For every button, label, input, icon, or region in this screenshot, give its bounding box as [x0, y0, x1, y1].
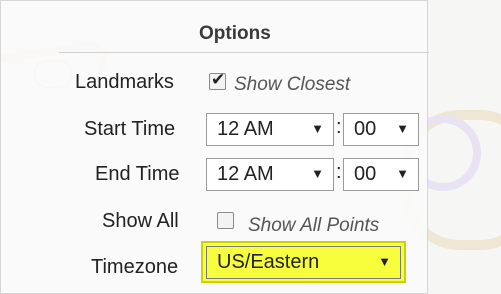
- time-separator: :: [336, 116, 342, 138]
- chevron-down-icon: ▼: [311, 166, 324, 181]
- chevron-down-icon: ▼: [378, 254, 391, 269]
- end-time-label: End Time: [95, 163, 180, 185]
- start-hour-select[interactable]: 12 AM ▼: [206, 113, 334, 146]
- start-time-label: Start Time: [84, 118, 176, 140]
- options-panel: Options Landmarks Show Closest Start Tim…: [0, 0, 429, 294]
- end-hour-value: 12 AM: [217, 163, 274, 185]
- divider: [59, 52, 429, 53]
- chevron-down-icon: ▼: [396, 121, 409, 136]
- show-closest-label: Show Closest: [234, 74, 351, 95]
- end-minute-select[interactable]: 00 ▼: [343, 158, 419, 191]
- landmarks-checkbox[interactable]: [209, 70, 226, 90]
- show-all-label: Show All: [102, 210, 179, 232]
- chevron-down-icon: ▼: [311, 121, 324, 136]
- end-minute-value: 00: [354, 163, 377, 185]
- start-minute-select[interactable]: 00 ▼: [343, 113, 419, 146]
- timezone-label: Timezone: [91, 256, 179, 278]
- panel-title: Options: [199, 23, 271, 44]
- end-hour-select[interactable]: 12 AM ▼: [206, 158, 334, 191]
- show-all-points-label: Show All Points: [248, 215, 380, 236]
- timezone-value: US/Eastern: [217, 251, 320, 273]
- chevron-down-icon: ▼: [396, 166, 409, 181]
- landmarks-label: Landmarks: [75, 71, 174, 93]
- timezone-select[interactable]: US/Eastern ▼: [206, 246, 401, 279]
- time-separator: :: [336, 161, 342, 183]
- start-minute-value: 00: [354, 118, 377, 140]
- show-all-checkbox[interactable]: [217, 212, 234, 229]
- start-hour-value: 12 AM: [217, 118, 274, 140]
